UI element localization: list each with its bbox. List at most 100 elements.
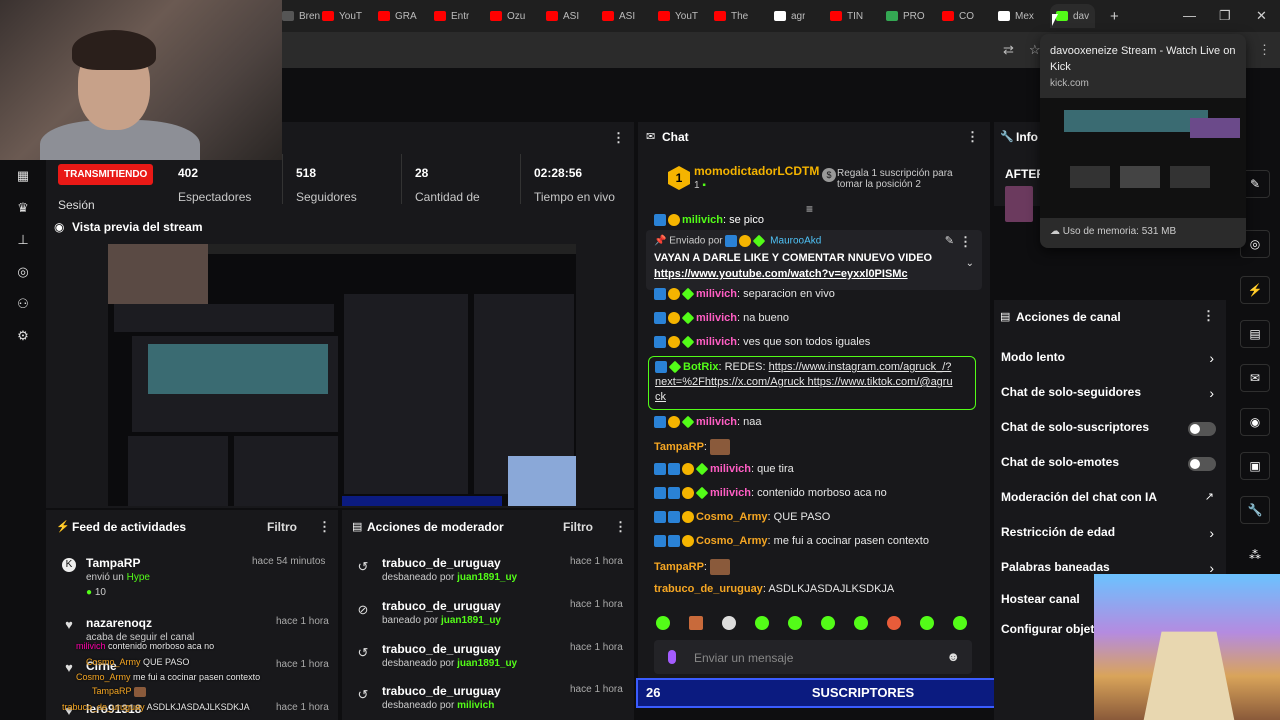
tab-favicon-icon	[378, 11, 390, 21]
stats-menu-icon[interactable]: ⋮	[612, 130, 625, 146]
tab-favicon-icon	[602, 11, 614, 21]
undo-icon: ↺	[357, 559, 369, 574]
emote-icon[interactable]	[656, 616, 670, 630]
chat-message: milivich: separacion en vivo	[654, 287, 835, 301]
chat-input[interactable]: Enviar un mensaje ☻	[654, 640, 972, 674]
mod-filter-button[interactable]: Filtro	[563, 520, 593, 534]
channel-option[interactable]: Modo lento ›	[994, 350, 1226, 370]
emote-icon[interactable]	[821, 616, 835, 630]
document-icon[interactable]: ▤	[1240, 320, 1270, 348]
tab-label: GRA	[395, 10, 417, 22]
channel-option[interactable]: Moderación del chat con IA ↗	[994, 490, 1226, 510]
feed-filter-button[interactable]: Filtro	[267, 520, 297, 534]
browser-menu-icon[interactable]: ⋮	[1258, 42, 1271, 58]
bolt-icon[interactable]: ⚡	[1240, 276, 1270, 304]
chevron-down-icon[interactable]: ⌄	[966, 258, 974, 269]
mod-menu-icon[interactable]: ⋮	[614, 519, 627, 535]
browser-tab[interactable]: The	[714, 6, 748, 26]
info-title: Info	[1016, 130, 1038, 144]
stream-title-text: AFTER	[1005, 167, 1045, 181]
toggle-switch[interactable]	[1188, 422, 1216, 436]
category-thumbnail[interactable]	[1005, 186, 1033, 222]
gifter-rank-icon: 1	[668, 166, 690, 190]
maximize-icon[interactable]: ❐	[1219, 8, 1231, 24]
wrench-icon[interactable]: 🔧	[1240, 496, 1270, 524]
user-color-icon	[668, 650, 676, 664]
stat-divider	[401, 154, 402, 204]
translate-icon[interactable]: ⇄	[1003, 42, 1014, 58]
overlay-chat-line: milivich contenido morboso aca no	[76, 641, 215, 651]
tab-label: PRO	[903, 10, 925, 22]
bookmark-star-icon[interactable]: ☆	[1029, 42, 1041, 58]
top-gifter-name[interactable]: momodictadorLCDTM	[694, 164, 819, 178]
stream-icon[interactable]: ⊥	[15, 232, 31, 248]
browser-tab[interactable]: YouT	[322, 6, 362, 26]
chat-message: trabuco_de_uruguay: ASDLKJASDAJLKSDKJA	[654, 583, 895, 595]
emote-icon[interactable]	[854, 616, 868, 630]
browser-tab[interactable]: Bren	[282, 6, 320, 26]
session-label: Sesión	[58, 198, 95, 212]
overlay-chat-line: TampaRP	[92, 686, 146, 697]
browser-tab[interactable]: GRA	[378, 6, 417, 26]
browser-tab[interactable]: ASI	[546, 6, 579, 26]
new-tab-icon[interactable]: +	[1110, 8, 1119, 25]
unpin-icon[interactable]: ✎	[945, 234, 954, 247]
video-icon[interactable]: ▣	[1240, 452, 1270, 480]
list-icon: ▤	[352, 521, 363, 533]
browser-tab[interactable]: YouT	[658, 6, 698, 26]
channel-option[interactable]: Chat de solo-seguidores ›	[994, 385, 1226, 405]
channel-option[interactable]: Restricción de edad ›	[994, 525, 1226, 545]
emote-icon[interactable]	[920, 616, 934, 630]
heart-icon: ♥	[65, 617, 73, 632]
channel-option[interactable]: Chat de solo-suscriptores	[994, 420, 1226, 440]
emoji-picker-icon[interactable]: ☻	[946, 649, 960, 664]
chat-menu-icon[interactable]: ⋮	[966, 129, 979, 145]
tab-label: YouT	[339, 10, 362, 22]
channel-option[interactable]: Chat de solo-emotes	[994, 455, 1226, 475]
chat-icon[interactable]: ✉	[1240, 364, 1270, 392]
emote-icon[interactable]	[689, 616, 703, 630]
trophy-icon[interactable]: ♛	[15, 200, 31, 216]
settings-gear-icon[interactable]: ⚙	[15, 328, 31, 344]
overlay-chat-line: trabuco_de_uruguay ASDLKJASDAJLKSDKJA	[62, 702, 250, 712]
browser-tab[interactable]: ASI	[602, 6, 635, 26]
browser-tab[interactable]: CO	[942, 6, 974, 26]
users-icon[interactable]: ⚇	[15, 296, 31, 312]
emote-icon[interactable]	[788, 616, 802, 630]
memory-usage: ☁ Uso de memoria: 531 MB	[1050, 226, 1177, 237]
stat-followers: 518 Seguidores	[296, 166, 357, 204]
connections-icon[interactable]: ⁂	[1240, 542, 1270, 570]
emote-icon[interactable]	[953, 616, 967, 630]
emote-icon[interactable]	[755, 616, 769, 630]
browser-tab[interactable]: Ozu	[490, 6, 525, 26]
top-gifter-count: 1 ▪	[694, 180, 706, 191]
pinned-menu-icon[interactable]: ⋮	[959, 234, 972, 250]
toggle-switch[interactable]	[1188, 457, 1216, 471]
tab-favicon-icon	[714, 11, 726, 21]
mouse-cursor	[1052, 14, 1058, 26]
dashboard-icon[interactable]: ▦	[15, 168, 31, 184]
tab-favicon-icon	[886, 11, 898, 21]
feed-menu-icon[interactable]: ⋮	[318, 519, 331, 535]
browser-tab[interactable]: TIN	[830, 6, 863, 26]
broadcast-icon[interactable]: ◉	[1240, 408, 1270, 436]
browser-tab[interactable]: PRO	[886, 6, 925, 26]
game-track	[1140, 631, 1238, 720]
stream-preview-video[interactable]	[108, 244, 576, 506]
emote-icon[interactable]	[887, 616, 901, 630]
chat-message: milivich: na bueno	[654, 311, 789, 325]
browser-tab[interactable]: Mex	[998, 6, 1034, 26]
pinned-text: VAYAN A DARLE LIKE Y COMENTAR NNUEVO VID…	[654, 252, 933, 264]
browser-tab[interactable]: Entr	[434, 6, 469, 26]
emote-icon[interactable]	[722, 616, 736, 630]
minimize-icon[interactable]: —	[1183, 8, 1196, 23]
browser-tab[interactable]: agr	[774, 6, 805, 26]
moderation-icon[interactable]: ◎	[15, 264, 31, 280]
tab-favicon-icon	[830, 11, 842, 21]
chat-input-placeholder: Enviar un mensaje	[694, 651, 794, 665]
pinned-link[interactable]: https://www.youtube.com/watch?v=eyxxl0PI…	[654, 268, 908, 280]
chat-filter-icon[interactable]: ≡	[806, 202, 813, 216]
close-window-icon[interactable]: ✕	[1256, 8, 1267, 24]
channel-actions-menu-icon[interactable]: ⋮	[1202, 308, 1215, 324]
overlay-chat-line: Cosmo_Army QUE PASO	[86, 657, 190, 667]
